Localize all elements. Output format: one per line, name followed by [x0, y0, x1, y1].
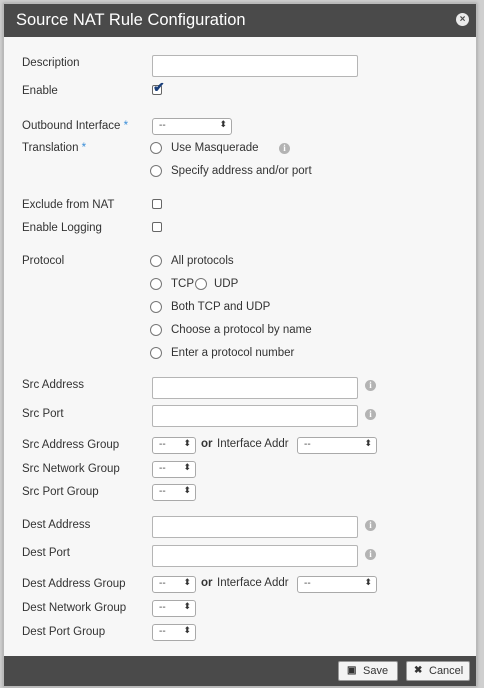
all-protocols-label: All protocols — [171, 255, 234, 267]
both-tcp-udp-label: Both TCP and UDP — [171, 301, 271, 313]
description-label: Description — [22, 57, 80, 69]
dest-port-group-label: Dest Port Group — [22, 626, 106, 638]
enable-checkbox[interactable]: ✔ — [152, 79, 165, 95]
dest-address-label: Dest Address — [22, 519, 91, 531]
or-label: or — [201, 438, 213, 450]
radio-all-protocols[interactable] — [150, 255, 162, 267]
checkmark-icon: ✔ — [153, 79, 165, 95]
enable-logging-checkbox[interactable] — [152, 222, 162, 232]
description-input[interactable] — [152, 55, 358, 77]
src-network-group-label: Src Network Group — [22, 463, 120, 475]
interface-addr-label: Interface Addr — [217, 438, 289, 450]
src-network-group-select[interactable]: -- ⬍ — [152, 461, 196, 478]
src-address-group-select[interactable]: -- ⬍ — [152, 437, 196, 454]
outbound-interface-label: Outbound Interface * — [22, 120, 129, 132]
info-icon[interactable]: i — [365, 380, 376, 391]
src-address-input[interactable] — [152, 377, 358, 399]
udp-label: UDP — [214, 278, 239, 290]
close-icon[interactable]: × — [456, 13, 469, 26]
src-port-input[interactable] — [152, 405, 358, 427]
src-address-group-label: Src Address Group — [22, 439, 120, 451]
dest-address-group-label: Dest Address Group — [22, 578, 126, 590]
dialog-title: Source NAT Rule Configuration — [16, 11, 246, 29]
dest-interface-addr-select[interactable]: -- ⬍ — [297, 576, 377, 593]
select-arrows-icon: ⬍ — [364, 577, 372, 587]
or-label: or — [201, 577, 213, 589]
exclude-from-nat-label: Exclude from NAT — [22, 199, 115, 211]
translation-label: Translation * — [22, 142, 87, 154]
info-icon[interactable]: i — [365, 409, 376, 420]
select-arrows-icon: ⬍ — [364, 438, 372, 448]
source-nat-dialog: Source NAT Rule Configuration × Descript… — [3, 3, 477, 687]
use-masquerade-label: Use Masquerade — [171, 142, 259, 154]
dest-network-group-select[interactable]: -- ⬍ — [152, 600, 196, 617]
tcp-label: TCP — [171, 278, 194, 290]
radio-specify-address-port[interactable] — [150, 165, 162, 177]
protocol-label: Protocol — [22, 255, 65, 267]
radio-use-masquerade[interactable] — [150, 142, 162, 154]
dest-network-group-label: Dest Network Group — [22, 602, 127, 614]
save-icon: ▣ — [347, 665, 357, 676]
protocol-number-label: Enter a protocol number — [171, 347, 295, 359]
cancel-button[interactable]: ✖ Cancel — [406, 661, 470, 681]
dest-address-group-select[interactable]: -- ⬍ — [152, 576, 196, 593]
dest-port-group-select[interactable]: -- ⬍ — [152, 624, 196, 641]
dest-address-input[interactable] — [152, 516, 358, 538]
src-port-label: Src Port — [22, 408, 64, 420]
protocol-by-name-label: Choose a protocol by name — [171, 324, 312, 336]
select-arrows-icon: ⬍ — [183, 625, 191, 635]
select-arrows-icon: ⬍ — [183, 485, 191, 495]
outbound-interface-select[interactable]: -- ⬍ — [152, 118, 232, 135]
dialog-footer: ▣ Save ✖ Cancel — [4, 656, 476, 686]
dest-port-label: Dest Port — [22, 547, 70, 559]
enable-label: Enable — [22, 85, 58, 97]
radio-udp[interactable] — [195, 278, 207, 290]
dialog-titlebar: Source NAT Rule Configuration × — [4, 4, 476, 37]
info-icon[interactable]: i — [279, 143, 290, 154]
info-icon[interactable]: i — [365, 520, 376, 531]
dest-port-input[interactable] — [152, 545, 358, 567]
exclude-from-nat-checkbox[interactable] — [152, 199, 162, 209]
cancel-icon: ✖ — [414, 665, 423, 676]
interface-addr-label: Interface Addr — [217, 577, 289, 589]
required-marker: * — [81, 142, 87, 154]
radio-both-tcp-udp[interactable] — [150, 301, 162, 313]
src-port-group-select[interactable]: -- ⬍ — [152, 484, 196, 501]
select-arrows-icon: ⬍ — [183, 577, 191, 587]
src-port-group-label: Src Port Group — [22, 486, 99, 498]
radio-protocol-by-name[interactable] — [150, 324, 162, 336]
select-arrows-icon: ⬍ — [183, 438, 191, 448]
select-arrows-icon: ⬍ — [183, 462, 191, 472]
info-icon[interactable]: i — [365, 549, 376, 560]
select-arrows-icon: ⬍ — [219, 119, 227, 129]
radio-tcp[interactable] — [150, 278, 162, 290]
src-address-label: Src Address — [22, 379, 84, 391]
src-interface-addr-select[interactable]: -- ⬍ — [297, 437, 377, 454]
radio-protocol-number[interactable] — [150, 347, 162, 359]
enable-logging-label: Enable Logging — [22, 222, 102, 234]
required-marker: * — [123, 120, 129, 132]
specify-address-port-label: Specify address and/or port — [171, 165, 312, 177]
select-arrows-icon: ⬍ — [183, 601, 191, 611]
save-button[interactable]: ▣ Save — [338, 661, 398, 681]
